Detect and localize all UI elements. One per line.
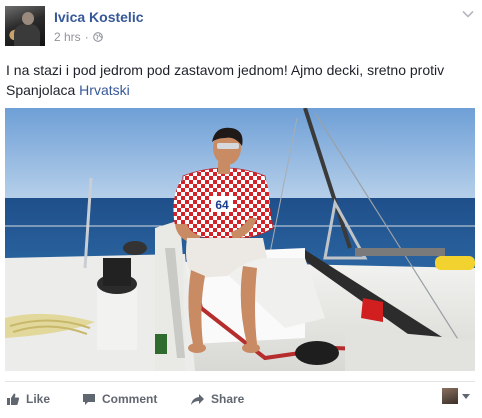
avatar-head (22, 12, 34, 25)
facebook-post: Ivica Kostelic 2 hrs · I na stazi i pod … (0, 0, 482, 418)
chevron-down-icon[interactable] (462, 10, 474, 18)
post-time[interactable]: 2 hrs (54, 30, 81, 44)
like-label: Like (26, 392, 51, 406)
post-as-selector[interactable] (442, 387, 476, 405)
author-avatar[interactable] (5, 6, 45, 46)
share-arrow-icon (191, 393, 204, 405)
speech-bubble-icon (83, 393, 95, 405)
sailing-photo: 64 (5, 108, 475, 371)
avatar-figure (14, 24, 40, 46)
meta-separator: · (84, 30, 89, 44)
post-photo[interactable]: 64 (5, 108, 475, 371)
jersey-number: 64 (215, 198, 229, 212)
globe-icon[interactable] (92, 32, 103, 42)
action-bar: Like Comment Share (0, 388, 482, 410)
post-message: I na stazi i pod jedrom pod zastavom jed… (6, 62, 445, 98)
thumbs-up-icon (7, 393, 20, 405)
post-meta: 2 hrs · (54, 30, 103, 44)
caret-down-icon (462, 393, 470, 399)
viewer-avatar (442, 388, 458, 404)
hashtag-link[interactable]: Hrvatski (79, 82, 130, 98)
comment-label: Comment (102, 392, 158, 406)
author-name[interactable]: Ivica Kostelic (54, 9, 144, 25)
share-label: Share (211, 392, 245, 406)
share-button[interactable]: Share (190, 388, 244, 410)
like-button[interactable]: Like (6, 388, 50, 410)
action-divider (5, 381, 475, 382)
comment-button[interactable]: Comment (82, 388, 157, 410)
post-text: I na stazi i pod jedrom pod zastavom jed… (6, 60, 476, 102)
